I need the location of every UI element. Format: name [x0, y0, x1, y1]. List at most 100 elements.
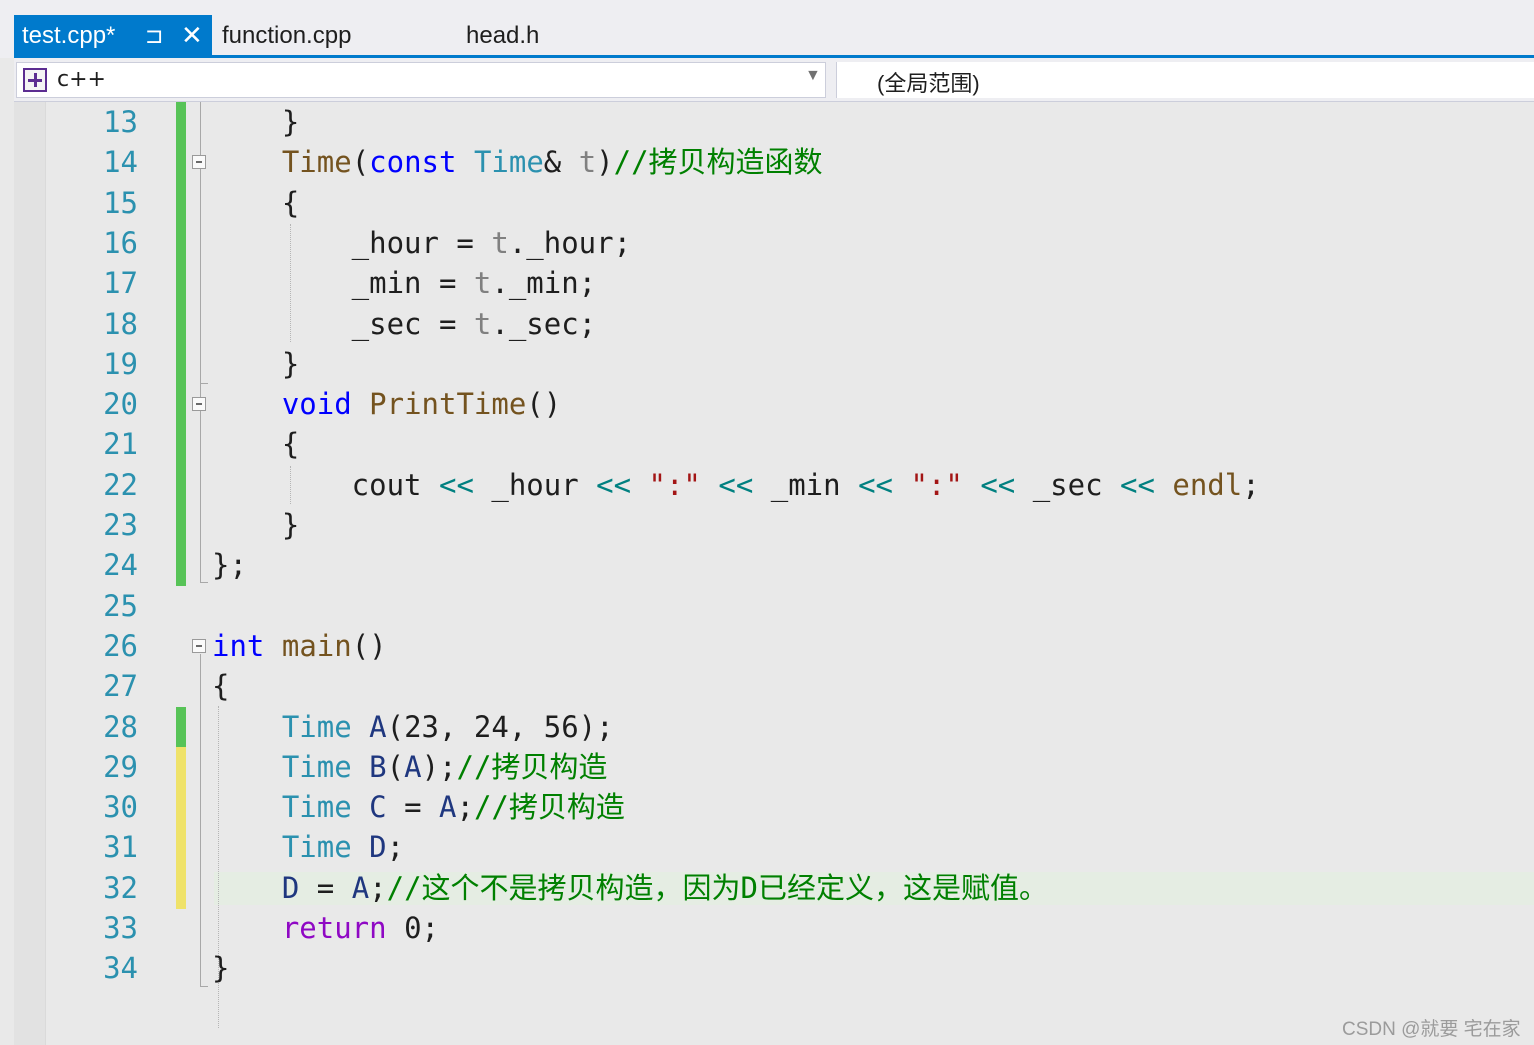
- code-token: }: [212, 508, 300, 542]
- saved-change-marker: [176, 464, 186, 506]
- code-line[interactable]: 29 Time B(A);//拷贝构造: [14, 746, 1534, 788]
- tab-head-h[interactable]: head.h: [466, 15, 539, 56]
- code-line[interactable]: 32 D = A;//这个不是拷贝构造，因为D已经定义，这是赋值。: [14, 867, 1534, 909]
- tab-function-cpp[interactable]: function.cpp: [222, 15, 351, 56]
- scope-dropdown[interactable]: (全局范围): [836, 62, 1534, 98]
- chevron-down-icon[interactable]: ▼: [805, 67, 821, 85]
- line-number: 29: [103, 749, 138, 784]
- code-editor[interactable]: 13 } 14 Time(const Time& t)//拷贝构造函数 15 {16…: [14, 102, 1534, 1045]
- unsaved-change-marker: [176, 787, 186, 829]
- code-token: {: [212, 427, 300, 462]
- code-token: Time: [281, 830, 352, 865]
- code-line[interactable]: 13 }: [14, 102, 1534, 143]
- code-token: const: [369, 145, 457, 180]
- unsaved-change-marker: [176, 746, 186, 788]
- collapse-icon[interactable]: [192, 638, 206, 653]
- code-token: t: [473, 306, 492, 341]
- code-text[interactable]: };: [212, 545, 247, 585]
- code-text[interactable]: Time C = A;//拷贝构造: [212, 787, 625, 827]
- code-line[interactable]: 24};: [14, 545, 1534, 587]
- code-token: //拷贝构造: [473, 790, 625, 825]
- line-number: 23: [103, 508, 138, 542]
- line-number: 28: [103, 709, 138, 744]
- code-token: cout: [212, 467, 439, 502]
- line-number: 32: [103, 870, 138, 905]
- code-token: 0;: [386, 911, 439, 945]
- code-text[interactable]: Time(const Time& t)//拷贝构造函数: [212, 142, 823, 182]
- code-token: =: [386, 790, 440, 825]
- code-text[interactable]: }: [212, 344, 299, 384]
- line-number: 33: [103, 911, 138, 945]
- code-line[interactable]: 28 Time A(23, 24, 56);: [14, 706, 1534, 748]
- project-dropdown[interactable]: c++ ▼: [16, 62, 826, 98]
- code-text[interactable]: }: [212, 102, 299, 142]
- line-number: 24: [103, 548, 138, 583]
- code-line[interactable]: 26 int main(): [14, 626, 1534, 666]
- code-line[interactable]: 19 }: [14, 343, 1534, 385]
- code-text[interactable]: }: [212, 948, 229, 988]
- code-line[interactable]: 27 {: [14, 666, 1534, 706]
- code-text[interactable]: {: [212, 666, 229, 706]
- code-text[interactable]: return 0;: [212, 908, 439, 948]
- line-number: 25: [103, 588, 138, 623]
- code-line[interactable]: 23 }: [14, 505, 1534, 546]
- close-icon[interactable]: ✕: [181, 15, 203, 56]
- code-text[interactable]: _sec = t._sec;: [212, 304, 596, 344]
- code-text[interactable]: _min = t._min;: [212, 263, 596, 303]
- code-line[interactable]: 16 _hour = t._hour;: [14, 222, 1534, 264]
- code-text[interactable]: Time A(23, 24, 56);: [212, 707, 614, 747]
- code-token: <<: [980, 467, 1016, 502]
- line-number: 15: [103, 185, 138, 220]
- code-line[interactable]: 31 Time D;: [14, 827, 1534, 869]
- code-text[interactable]: _hour = t._hour;: [212, 223, 631, 263]
- code-line[interactable]: 34}: [14, 948, 1534, 988]
- saved-change-marker: [176, 102, 186, 143]
- code-line[interactable]: 20 void PrintTime(): [14, 384, 1534, 426]
- pin-icon[interactable]: ⊐: [145, 15, 163, 56]
- code-token: {: [212, 185, 300, 220]
- collapse-icon[interactable]: [192, 397, 206, 412]
- collapse-icon[interactable]: [192, 155, 206, 170]
- code-text[interactable]: }: [212, 505, 299, 545]
- code-token: ;: [369, 870, 387, 905]
- code-text[interactable]: Time B(A);//拷贝构造: [212, 747, 608, 787]
- code-text[interactable]: int main(): [212, 626, 387, 666]
- code-text[interactable]: void PrintTime(): [212, 384, 561, 424]
- code-line[interactable]: 15 {: [14, 182, 1534, 224]
- saved-change-marker: [176, 545, 186, 587]
- code-token: t: [578, 145, 597, 180]
- code-line[interactable]: 17 _min = t._min;: [14, 263, 1534, 305]
- line-number: 16: [103, 225, 138, 260]
- code-token: ._min;: [491, 266, 597, 301]
- code-text[interactable]: Time D;: [212, 827, 404, 867]
- saved-change-marker: [176, 343, 186, 385]
- code-line[interactable]: 22 cout << _hour << ":" << _min << ":" <…: [14, 464, 1534, 506]
- line-number: 22: [103, 467, 138, 502]
- code-token: //拷贝构造函数: [613, 145, 823, 180]
- code-line[interactable]: 14 Time(const Time& t)//拷贝构造函数: [14, 142, 1534, 184]
- saved-change-marker: [176, 505, 186, 546]
- line-number: 27: [103, 669, 138, 704]
- code-line[interactable]: 33 return 0;: [14, 908, 1534, 948]
- code-text[interactable]: D = A;//这个不是拷贝构造，因为D已经定义，这是赋值。: [212, 868, 1048, 908]
- code-token: (: [386, 749, 405, 784]
- code-token: <<: [438, 467, 474, 502]
- saved-change-marker: [176, 222, 186, 264]
- code-line[interactable]: 21 {: [14, 424, 1534, 466]
- code-line[interactable]: 30 Time C = A;//拷贝构造: [14, 787, 1534, 829]
- code-text[interactable]: cout << _hour << ":" << _min << ":" << _…: [212, 465, 1260, 505]
- code-text[interactable]: {: [212, 183, 299, 223]
- code-token: D: [281, 870, 300, 905]
- code-line[interactable]: 25: [14, 586, 1534, 626]
- code-line[interactable]: 18 _sec = t._sec;: [14, 303, 1534, 345]
- tab-test-cpp[interactable]: test.cpp* ⊐ ✕: [14, 15, 212, 56]
- code-text[interactable]: {: [212, 424, 299, 464]
- scope-name: (全局范围): [877, 71, 980, 96]
